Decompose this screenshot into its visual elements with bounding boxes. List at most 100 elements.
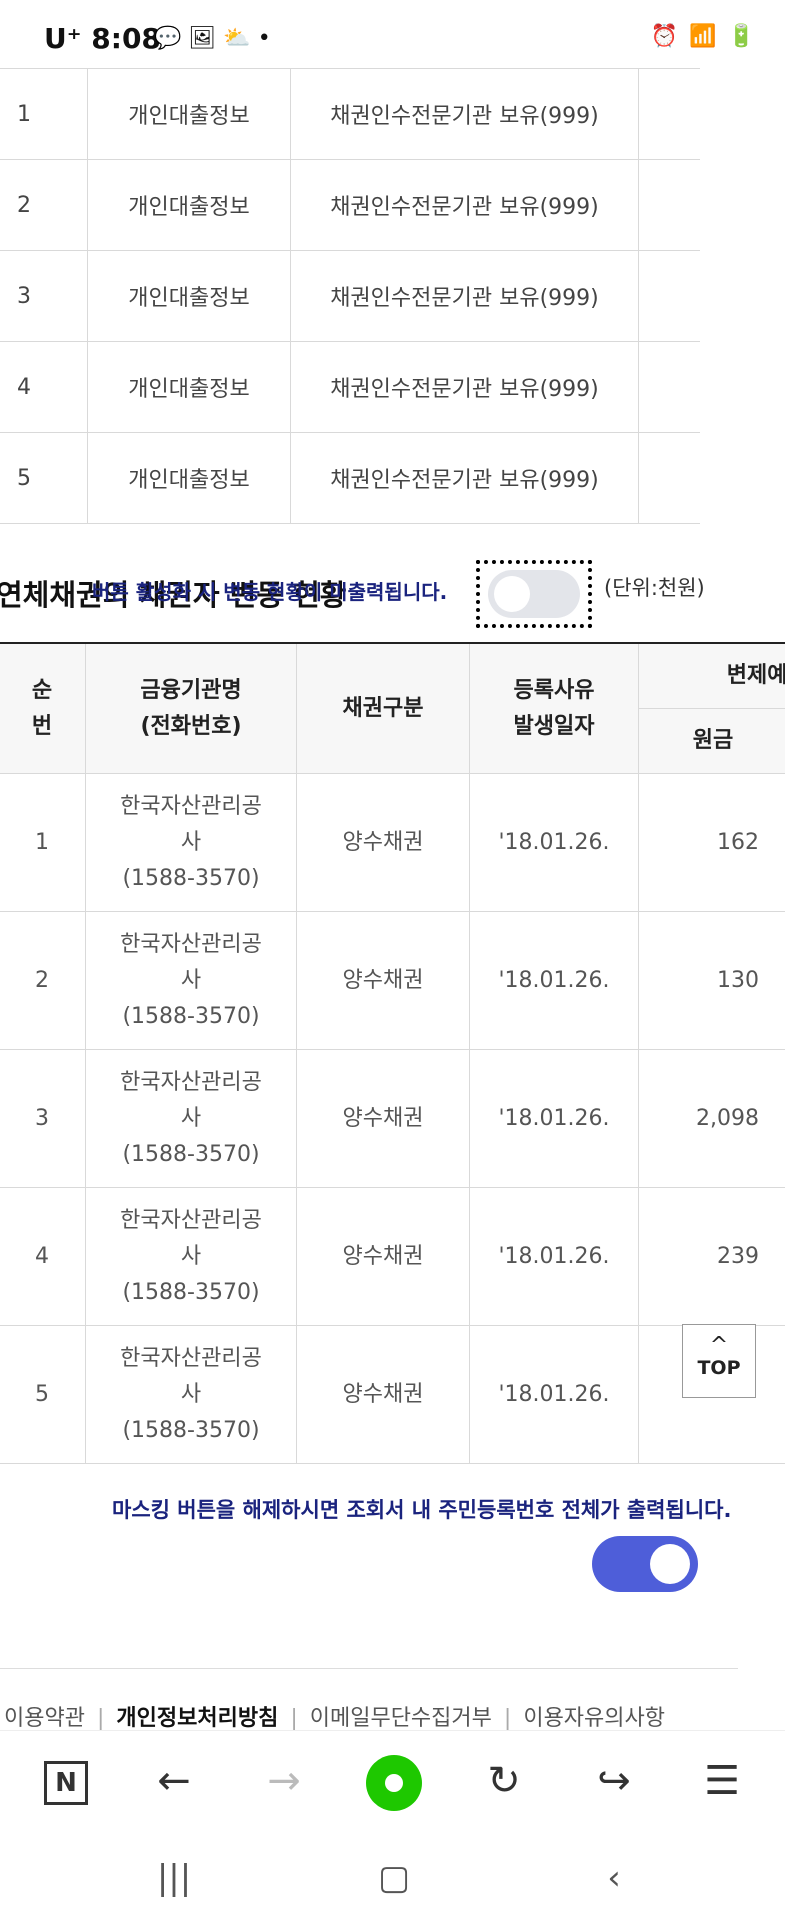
bond-type: 양수채권: [296, 773, 470, 912]
green-dot-button[interactable]: [364, 1751, 424, 1811]
institution-name: 한국자산관리공사: [120, 1069, 262, 1131]
institution-cell: 한국자산관리공사 (1588-3570): [85, 1049, 297, 1188]
principal-amount: 130: [638, 911, 785, 1050]
institution-phone: (1588-3570): [122, 1141, 260, 1167]
naver-n-icon: N: [44, 1761, 88, 1805]
institution-cell: 한국자산관리공사 (1588-3570): [85, 911, 297, 1050]
occurrence-date: '18.01.26.: [469, 1325, 639, 1464]
holder-info: 채권인수전문기관 보유(999): [289, 432, 639, 524]
masking-toggle[interactable]: [592, 1536, 698, 1592]
institution-name: 한국자산관리공사: [120, 793, 262, 855]
divider: |: [290, 1706, 298, 1731]
table-row: 2 한국자산관리공사 (1588-3570) 양수채권 '18.01.26. 130: [0, 911, 785, 1050]
hamburger-icon: ☰: [704, 1758, 740, 1804]
institution-phone: (1588-3570): [122, 1003, 260, 1029]
toggle-hint-text: 버튼 활성화 시 변동 현황이 미출력됩니다.: [92, 580, 448, 604]
back-icon: ‹: [607, 1858, 621, 1898]
system-icons: ⏰ 📶 🔋: [650, 24, 757, 49]
table-row: 2 개인대출정보 채권인수전문기관 보유(999): [0, 159, 700, 251]
back-button[interactable]: ←: [144, 1751, 204, 1811]
reload-icon: ↻: [487, 1758, 521, 1804]
reload-button[interactable]: ↻: [474, 1751, 534, 1811]
footer-link-terms[interactable]: 이용약관: [0, 1706, 97, 1731]
institution-name: 한국자산관리공사: [120, 931, 262, 993]
institution-phone: (1588-3570): [122, 1279, 260, 1305]
row-number: 4: [0, 1187, 86, 1326]
change-status-toggle-focus[interactable]: [476, 560, 592, 628]
institution-phone: (1588-3570): [122, 865, 260, 891]
header-institution: 금융기관명 (전화번호): [85, 642, 297, 774]
share-button[interactable]: ↪: [584, 1751, 644, 1811]
header-repay-group: 변제예: [638, 642, 785, 709]
footer-link-user-notice[interactable]: 이용자유의사항: [511, 1706, 677, 1731]
loan-info-table: 1 개인대출정보 채권인수전문기관 보유(999) 2 개인대출정보 채권인수전문기관 보…: [0, 68, 700, 524]
info-type: 개인대출정보: [87, 159, 291, 251]
row-number: 1: [0, 68, 89, 160]
occurrence-date: '18.01.26.: [469, 1049, 639, 1188]
header-date: 등록사유 발생일자: [469, 642, 639, 774]
principal-amount: 239: [638, 1187, 785, 1326]
bond-type: 양수채권: [296, 1187, 470, 1326]
home-icon: ▢: [377, 1858, 411, 1898]
info-type: 개인대출정보: [87, 432, 291, 524]
system-back-button[interactable]: ‹: [584, 1850, 644, 1906]
footer-link-email-refusal[interactable]: 이메일무단수집거부: [298, 1706, 504, 1731]
institution-cell: 한국자산관리공사 (1588-3570): [85, 1187, 297, 1326]
naver-home-button[interactable]: N: [36, 1751, 96, 1811]
footer-link-privacy[interactable]: 개인정보처리방침: [104, 1706, 290, 1731]
row-number: 5: [0, 432, 89, 524]
institution-name: 한국자산관리공사: [120, 1345, 262, 1407]
row-number: 4: [0, 341, 89, 433]
occurrence-date: '18.01.26.: [469, 911, 639, 1050]
table-row: 5 한국자산관리공사 (1588-3570) 양수채권 '18.01.26.: [0, 1325, 785, 1464]
info-type: 개인대출정보: [87, 68, 291, 160]
top-button-label: TOP: [697, 1357, 741, 1379]
arrow-right-icon: →: [267, 1758, 301, 1804]
holder-info: 채권인수전문기관 보유(999): [289, 68, 639, 160]
header-bond-type: 채권구분: [296, 642, 470, 774]
table-row: 4 한국자산관리공사 (1588-3570) 양수채권 '18.01.26. 239: [0, 1187, 785, 1326]
holder-info: 채권인수전문기관 보유(999): [289, 250, 639, 342]
recent-apps-icon: |||: [156, 1858, 192, 1898]
creditor-change-table: 순 번 금융기관명 (전화번호) 채권구분 등록사유 발생일자 변제예 원금 1…: [0, 642, 785, 1464]
info-type: 개인대출정보: [87, 341, 291, 433]
row-number: 5: [0, 1325, 86, 1464]
recent-apps-button[interactable]: |||: [144, 1850, 204, 1906]
bond-type: 양수채권: [296, 1049, 470, 1188]
row-number: 3: [0, 250, 89, 342]
unit-label: (단위:천원): [604, 576, 705, 600]
android-nav-bar: ||| ▢ ‹: [0, 1836, 785, 1920]
change-status-toggle[interactable]: [488, 570, 580, 618]
row-number: 2: [0, 911, 86, 1050]
table-row: 3 한국자산관리공사 (1588-3570) 양수채권 '18.01.26. 2,098: [0, 1049, 785, 1188]
footer-links: 이용약관 | 개인정보처리방침 | 이메일무단수집거부 | 이용자유의사항: [0, 1700, 677, 1732]
table-row: 1 한국자산관리공사 (1588-3570) 양수채권 '18.01.26. 162: [0, 773, 785, 912]
toggle-knob: [494, 576, 530, 612]
green-dot-icon: [366, 1755, 422, 1811]
occurrence-date: '18.01.26.: [469, 1187, 639, 1326]
forward-button[interactable]: →: [254, 1751, 314, 1811]
row-number: 3: [0, 1049, 86, 1188]
cell-cutoff: [637, 250, 700, 342]
principal-amount: 162: [638, 773, 785, 912]
browser-toolbar: N ← → ↻ ↪ ☰: [0, 1730, 785, 1831]
notification-icons: 💬 🖼 ⛅ •: [154, 26, 271, 51]
toggle-knob: [650, 1544, 690, 1584]
bond-type: 양수채권: [296, 1325, 470, 1464]
institution-phone: (1588-3570): [122, 1417, 260, 1443]
menu-button[interactable]: ☰: [692, 1751, 752, 1811]
masking-note: 마스킹 버튼을 해제하시면 조회서 내 주민등록번호 전체가 출력됩니다.: [112, 1498, 732, 1522]
cell-cutoff: [637, 341, 700, 433]
status-time: U⁺ 8:08: [44, 22, 161, 55]
status-bar: U⁺ 8:08 💬 🖼 ⛅ • ⏰ 📶 🔋: [0, 0, 785, 72]
table-row: 3 개인대출정보 채권인수전문기관 보유(999): [0, 250, 700, 342]
institution-cell: 한국자산관리공사 (1588-3570): [85, 1325, 297, 1464]
info-type: 개인대출정보: [87, 250, 291, 342]
home-button[interactable]: ▢: [364, 1850, 424, 1906]
table-row: 1 개인대출정보 채권인수전문기관 보유(999): [0, 68, 700, 160]
chevron-up-icon: ^: [709, 1333, 729, 1358]
scroll-top-button[interactable]: ^ TOP: [682, 1324, 756, 1398]
holder-info: 채권인수전문기관 보유(999): [289, 341, 639, 433]
cell-cutoff: [637, 159, 700, 251]
header-principal: 원금: [638, 708, 785, 774]
